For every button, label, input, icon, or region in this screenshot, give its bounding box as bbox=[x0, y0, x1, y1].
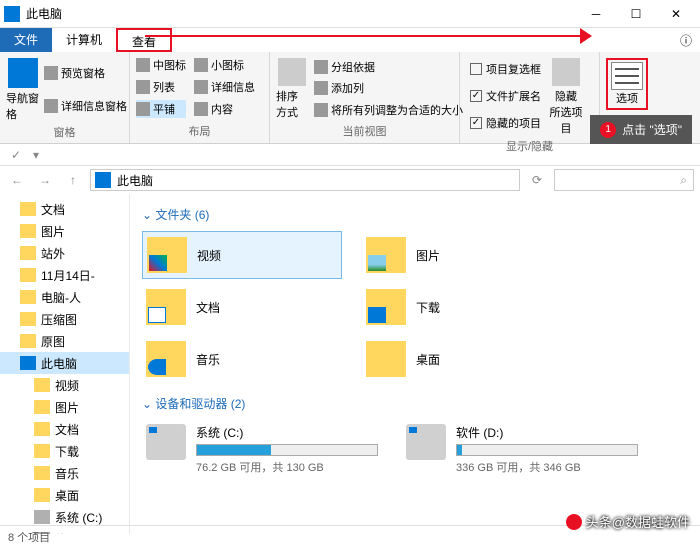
tree-zip[interactable]: 压缩图 bbox=[0, 308, 129, 330]
annotation-badge: 1 bbox=[600, 122, 616, 138]
layout-medium[interactable]: 中图标 bbox=[136, 56, 186, 74]
tab-view[interactable]: 查看 bbox=[116, 28, 172, 52]
tree-music[interactable]: 音乐 bbox=[0, 462, 129, 484]
tree-docs[interactable]: 文档 bbox=[0, 198, 129, 220]
layout-content[interactable]: 内容 bbox=[194, 100, 255, 118]
folder-desk[interactable]: 桌面 bbox=[362, 335, 562, 383]
folder-pics[interactable]: 图片 bbox=[362, 231, 562, 279]
item-checkboxes-toggle[interactable]: 项目复选框 bbox=[470, 60, 541, 78]
layout-tiles[interactable]: 平铺 bbox=[136, 100, 186, 118]
nav-tree: 文档 图片 站外 11月14日- 电脑-人 压缩图 原图 此电脑 视频 图片 文… bbox=[0, 194, 130, 534]
tree-video[interactable]: 视频 bbox=[0, 374, 129, 396]
group-label-showhide: 显示/隐藏 bbox=[466, 136, 593, 154]
file-ext-toggle[interactable]: 文件扩展名 bbox=[470, 87, 541, 105]
tree-thispc[interactable]: 此电脑 bbox=[0, 352, 129, 374]
tree-site[interactable]: 站外 bbox=[0, 242, 129, 264]
forward-button[interactable]: → bbox=[34, 169, 56, 191]
sort-icon bbox=[278, 58, 306, 86]
nav-pane-icon bbox=[8, 58, 38, 88]
search-icon: ⌕ bbox=[680, 173, 687, 188]
watermark-icon bbox=[566, 514, 582, 530]
watermark: 头条@数据蛙软件 bbox=[566, 512, 690, 531]
check-icon[interactable]: ✓ bbox=[8, 147, 24, 163]
maximize-button[interactable]: ☐ bbox=[616, 0, 656, 28]
folder-docs[interactable]: 文档 bbox=[142, 283, 342, 331]
options-button[interactable]: 选项 bbox=[606, 58, 648, 110]
layout-small[interactable]: 小图标 bbox=[194, 56, 255, 74]
tree-down[interactable]: 下载 bbox=[0, 440, 129, 462]
tree-pcman[interactable]: 电脑-人 bbox=[0, 286, 129, 308]
group-label-panes: 窗格 bbox=[6, 122, 123, 140]
layout-details[interactable]: 详细信息 bbox=[194, 78, 255, 96]
drives-header[interactable]: 设备和驱动器 (2) bbox=[142, 395, 688, 412]
app-icon bbox=[4, 6, 20, 22]
back-button[interactable]: ← bbox=[6, 169, 28, 191]
drive-c[interactable]: 系统 (C:) 76.2 GB 可用，共 130 GB bbox=[142, 420, 382, 479]
nav-pane-button[interactable]: 导航窗格 bbox=[6, 56, 40, 122]
hide-icon bbox=[552, 58, 580, 86]
annotation-arrow-head bbox=[580, 28, 592, 44]
hide-selected-button[interactable]: 隐藏 所选项目 bbox=[545, 56, 587, 136]
tab-computer[interactable]: 计算机 bbox=[52, 28, 116, 52]
tree-date[interactable]: 11月14日- bbox=[0, 264, 129, 286]
refresh-button[interactable]: ⟳ bbox=[526, 169, 548, 191]
drive-c-fill bbox=[197, 445, 271, 455]
drive-icon bbox=[406, 424, 446, 460]
groupby-button[interactable]: 分组依据 bbox=[314, 58, 463, 76]
sizecols-button[interactable]: 将所有列调整为合适的大小 bbox=[314, 101, 463, 119]
tab-file[interactable]: 文件 bbox=[0, 28, 52, 52]
drive-d-fill bbox=[457, 445, 462, 455]
tree-orig[interactable]: 原图 bbox=[0, 330, 129, 352]
sort-button[interactable]: 排序方式 bbox=[276, 56, 308, 121]
pc-icon bbox=[95, 172, 111, 188]
preview-pane-button[interactable]: 预览窗格 bbox=[44, 64, 127, 82]
tree-docs2[interactable]: 文档 bbox=[0, 418, 129, 440]
window-title: 此电脑 bbox=[26, 5, 576, 22]
help-icon[interactable]: ⓘ bbox=[680, 32, 692, 49]
drive-icon bbox=[146, 424, 186, 460]
layout-list[interactable]: 列表 bbox=[136, 78, 186, 96]
minimize-button[interactable]: ─ bbox=[576, 0, 616, 28]
group-label-layout: 布局 bbox=[136, 121, 263, 139]
search-input[interactable]: ⌕ bbox=[554, 169, 694, 191]
folders-header[interactable]: 文件夹 (6) bbox=[142, 206, 688, 223]
tree-desk[interactable]: 桌面 bbox=[0, 484, 129, 506]
dropdown-icon[interactable]: ▾ bbox=[28, 147, 44, 163]
tree-pics2[interactable]: 图片 bbox=[0, 396, 129, 418]
annotation-tooltip: 1 点击 "选项" bbox=[590, 115, 692, 144]
drive-d[interactable]: 软件 (D:) 336 GB 可用，共 346 GB bbox=[402, 420, 642, 479]
group-label-curview: 当前视图 bbox=[276, 121, 453, 139]
options-icon bbox=[611, 62, 643, 90]
folder-video[interactable]: 视频 bbox=[142, 231, 342, 279]
close-button[interactable]: ✕ bbox=[656, 0, 696, 28]
details-pane-button[interactable]: 详细信息窗格 bbox=[44, 97, 127, 115]
address-bar[interactable]: 此电脑 bbox=[90, 169, 520, 191]
item-count: 8 个项目 bbox=[8, 529, 50, 545]
folder-down[interactable]: 下载 bbox=[362, 283, 562, 331]
tree-pics[interactable]: 图片 bbox=[0, 220, 129, 242]
up-button[interactable]: ↑ bbox=[62, 169, 84, 191]
addcol-button[interactable]: 添加列 bbox=[314, 79, 463, 97]
annotation-arrow bbox=[145, 35, 585, 37]
folder-music[interactable]: 音乐 bbox=[142, 335, 342, 383]
hidden-items-toggle[interactable]: 隐藏的项目 bbox=[470, 114, 541, 132]
